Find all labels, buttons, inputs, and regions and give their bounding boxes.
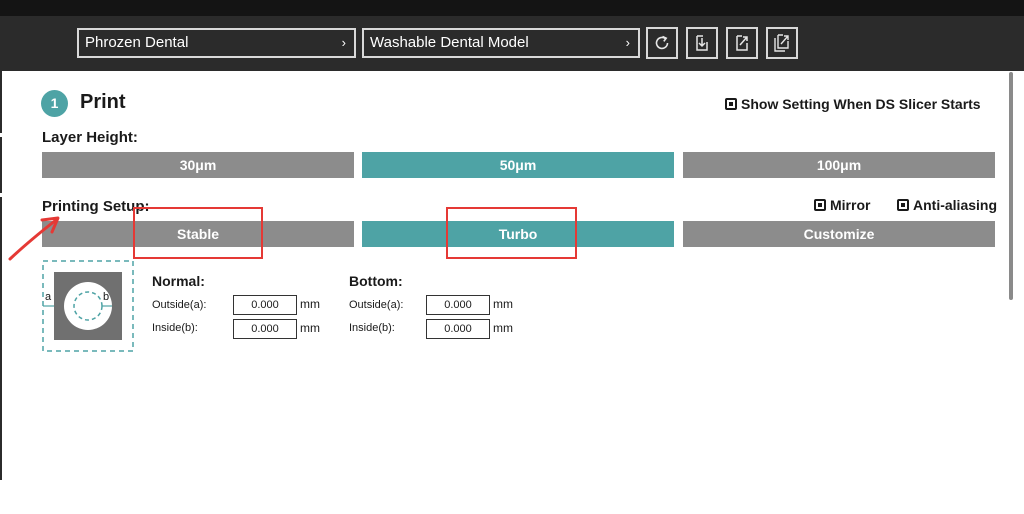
bottom-outside-input[interactable]: 0.000	[426, 295, 490, 315]
show-setting-checkbox[interactable]: Show Setting When DS Slicer Starts	[725, 96, 981, 112]
layer-height-30-button[interactable]: 30μm	[42, 152, 354, 178]
layer-height-100-button[interactable]: 100μm	[683, 152, 995, 178]
diagram-label-b: b	[103, 291, 109, 303]
chevron-right-icon: ›	[341, 35, 346, 50]
normal-outside-input[interactable]: 0.000	[233, 295, 297, 315]
title-strip	[0, 0, 1024, 16]
bottom-inside-label: Inside(b):	[349, 322, 395, 334]
bottom-label: Bottom:	[349, 273, 403, 289]
layer-height-50-button[interactable]: 50μm	[362, 152, 674, 178]
mirror-checkbox[interactable]: Mirror	[814, 197, 870, 213]
normal-label: Normal:	[152, 273, 205, 289]
annotation-box-turbo	[446, 207, 577, 259]
import-icon	[696, 35, 708, 51]
normal-outside-unit: mm	[300, 297, 320, 311]
export-copy-button[interactable]	[766, 27, 798, 59]
border-gap	[0, 193, 2, 197]
export-copy-icon	[774, 34, 789, 52]
anti-aliasing-checkbox[interactable]: Anti-aliasing	[897, 197, 997, 213]
checkbox-checked-icon	[897, 199, 909, 211]
layer-height-label: Layer Height:	[42, 129, 138, 146]
checkbox-checked-icon	[725, 98, 737, 110]
chevron-right-icon: ›	[625, 35, 630, 50]
export-button[interactable]	[726, 27, 758, 59]
scrollbar[interactable]	[1009, 72, 1013, 300]
bottom-inside-unit: mm	[493, 321, 513, 335]
section-title: Print	[80, 91, 126, 113]
export-icon	[736, 35, 748, 51]
left-panel-border	[0, 71, 2, 480]
anti-aliasing-label: Anti-aliasing	[913, 197, 998, 213]
bottom-outside-unit: mm	[493, 297, 513, 311]
normal-inside-label: Inside(b):	[152, 322, 198, 334]
printer-select-value: Phrozen Dental	[85, 34, 189, 51]
mirror-label: Mirror	[830, 197, 871, 213]
reset-button[interactable]	[646, 27, 678, 59]
show-setting-label: Show Setting When DS Slicer Starts	[741, 96, 981, 112]
reset-icon	[655, 35, 669, 50]
printer-select[interactable]: Phrozen Dental ›	[77, 28, 356, 58]
bottom-inside-input[interactable]: 0.000	[426, 319, 490, 339]
resin-select-value: Washable Dental Model	[370, 34, 529, 51]
annotation-box-stable	[133, 207, 263, 259]
normal-inside-input[interactable]: 0.000	[233, 319, 297, 339]
normal-inside-unit: mm	[300, 321, 320, 335]
bottom-outside-label: Outside(a):	[349, 299, 404, 311]
border-gap	[0, 133, 2, 137]
annotation-arrow-icon	[8, 216, 60, 261]
import-button[interactable]	[686, 27, 718, 59]
diagram-label-a: a	[45, 291, 52, 303]
resin-select[interactable]: Washable Dental Model ›	[362, 28, 640, 58]
normal-outside-label: Outside(a):	[152, 299, 207, 311]
checkbox-checked-icon	[814, 199, 826, 211]
customize-mode-button[interactable]: Customize	[683, 221, 995, 247]
step-number-badge: 1	[41, 90, 68, 117]
offset-diagram: a b	[42, 260, 134, 352]
